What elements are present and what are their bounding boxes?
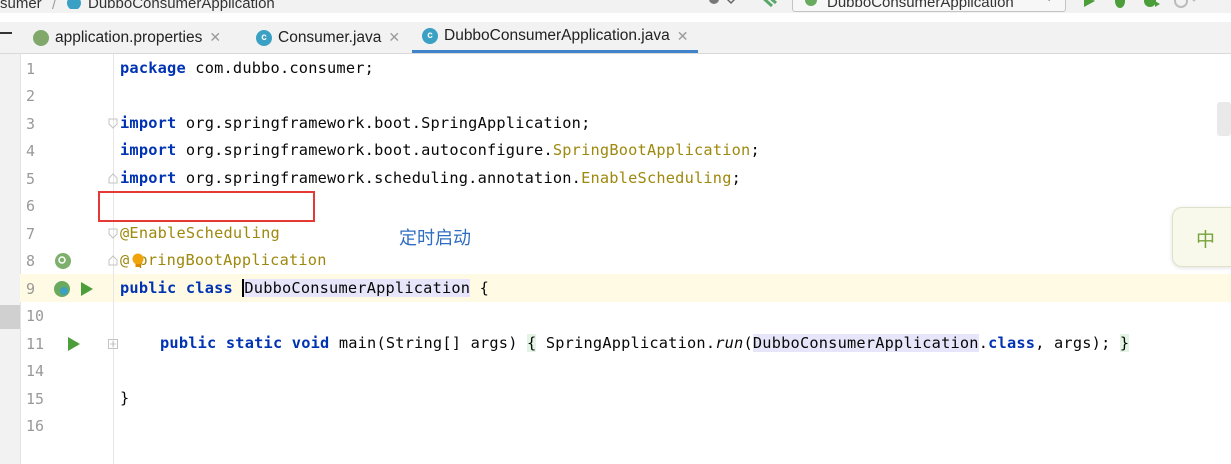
- fold-icon[interactable]: [108, 255, 118, 266]
- code-line: 15 }: [0, 385, 1231, 412]
- spring-boot-class-icon: [66, 0, 82, 13]
- line-code[interactable]: import org.springframework.boot.SpringAp…: [120, 114, 591, 132]
- tab-application-properties[interactable]: application.properties ✕: [33, 22, 221, 53]
- tab-consumer-java[interactable]: c Consumer.java ✕: [256, 22, 400, 53]
- run-configuration-select[interactable]: DubboConsumerApplication ⌵: [792, 0, 1066, 12]
- run-gutter-icon[interactable]: [67, 336, 81, 357]
- ime-indicator[interactable]: 中: [1172, 207, 1231, 267]
- tab-label: application.properties: [55, 28, 203, 46]
- line-number: 2: [26, 87, 36, 105]
- breadcrumb-module[interactable]: sumer: [0, 0, 42, 12]
- line-code[interactable]: import org.springframework.scheduling.an…: [120, 169, 741, 187]
- code-line: 1 package com.dubbo.consumer;: [0, 55, 1231, 82]
- line-code[interactable]: package com.dubbo.consumer;: [120, 59, 374, 77]
- run-icon[interactable]: [1082, 0, 1096, 13]
- code-line: 10: [0, 302, 1231, 329]
- expand-fold-icon[interactable]: [108, 339, 118, 350]
- spring-boot-class-icon: c: [422, 28, 438, 44]
- line-number: 14: [26, 362, 45, 380]
- line-code[interactable]: public class DubboConsumerApplication {: [120, 279, 489, 297]
- chevron-down-icon: ⌵: [1045, 0, 1053, 5]
- line-number: 7: [26, 225, 36, 243]
- code-line: 5 import org.springframework.scheduling.…: [0, 165, 1231, 192]
- close-icon[interactable]: ✕: [677, 28, 689, 45]
- close-icon[interactable]: ✕: [388, 29, 400, 46]
- run-gutter-icon[interactable]: [80, 281, 94, 302]
- spring-properties-icon: [33, 29, 49, 46]
- run-configuration-label: DubboConsumerApplication: [827, 0, 1014, 11]
- tab-list-menu-icon[interactable]: [0, 32, 12, 34]
- code-line: 2: [0, 82, 1231, 109]
- annotation-note: 定时启动: [399, 228, 471, 248]
- spring-boot-config-icon: [803, 0, 819, 12]
- fold-icon[interactable]: [108, 118, 118, 129]
- line-number: 4: [26, 142, 36, 160]
- lightbulb-icon[interactable]: [131, 253, 145, 274]
- line-number: 5: [26, 170, 36, 188]
- spring-bean-gutter-icon[interactable]: [54, 252, 72, 275]
- fold-icon[interactable]: [108, 228, 118, 239]
- spring-boot-gutter-icon[interactable]: [53, 280, 71, 303]
- line-number: 16: [26, 417, 45, 435]
- ime-language-label: 中: [1196, 230, 1216, 251]
- debug-icon[interactable]: [1112, 0, 1128, 13]
- navigation-bar: sumer / DubboConsumerApplication DubboCo…: [0, 0, 1231, 13]
- coverage-icon[interactable]: [1143, 0, 1161, 13]
- line-number: 9: [26, 280, 36, 298]
- line-number: 15: [26, 390, 45, 408]
- user-icon[interactable]: [705, 0, 736, 13]
- line-number: 8: [26, 252, 36, 270]
- code-line: 9 public class DubboConsumerApplication …: [0, 275, 1231, 302]
- code-line: 11 public static void main(String[] args…: [0, 330, 1231, 357]
- line-code[interactable]: @EnableScheduling: [120, 224, 280, 242]
- fold-icon[interactable]: [108, 173, 118, 184]
- line-number: 10: [26, 307, 45, 325]
- code-line: 3 import org.springframework.boot.Spring…: [0, 110, 1231, 137]
- code-line: 16: [0, 412, 1231, 439]
- tab-label: Consumer.java: [278, 28, 382, 46]
- line-code[interactable]: @ pringBootApplication: [120, 251, 327, 269]
- editor-tab-bar: application.properties ✕ c Consumer.java…: [0, 22, 1231, 54]
- text-caret: DubboConsumerApplication: [242, 279, 471, 297]
- profiler-icon[interactable]: [1173, 0, 1199, 13]
- code-line: 14: [0, 357, 1231, 384]
- code-line: 4 import org.springframework.boot.autoco…: [0, 137, 1231, 164]
- build-hammer-icon[interactable]: [760, 0, 778, 13]
- breadcrumb-class[interactable]: DubboConsumerApplication: [88, 0, 275, 12]
- close-icon[interactable]: ✕: [209, 29, 221, 46]
- tab-dubbo-consumer-application[interactable]: c DubboConsumerApplication.java ✕: [412, 22, 699, 53]
- breadcrumb-separator: /: [52, 0, 56, 12]
- code-line: 8 @ pringBootApplication: [0, 247, 1231, 274]
- line-number: 11: [26, 335, 45, 353]
- line-code[interactable]: import org.springframework.boot.autoconf…: [120, 141, 760, 159]
- tab-label: DubboConsumerApplication.java: [444, 27, 670, 44]
- line-number: 3: [26, 115, 36, 133]
- line-number: 6: [26, 197, 36, 215]
- code-editor[interactable]: 1 package com.dubbo.consumer; 2 3 import…: [0, 54, 1231, 464]
- highlight-box: [98, 191, 315, 222]
- line-code[interactable]: }: [120, 389, 129, 407]
- line-number: 1: [26, 60, 36, 78]
- code-line: 7 @EnableScheduling: [0, 220, 1231, 247]
- java-class-icon: c: [256, 29, 272, 46]
- line-code[interactable]: public static void main(String[] args) {…: [160, 334, 1130, 352]
